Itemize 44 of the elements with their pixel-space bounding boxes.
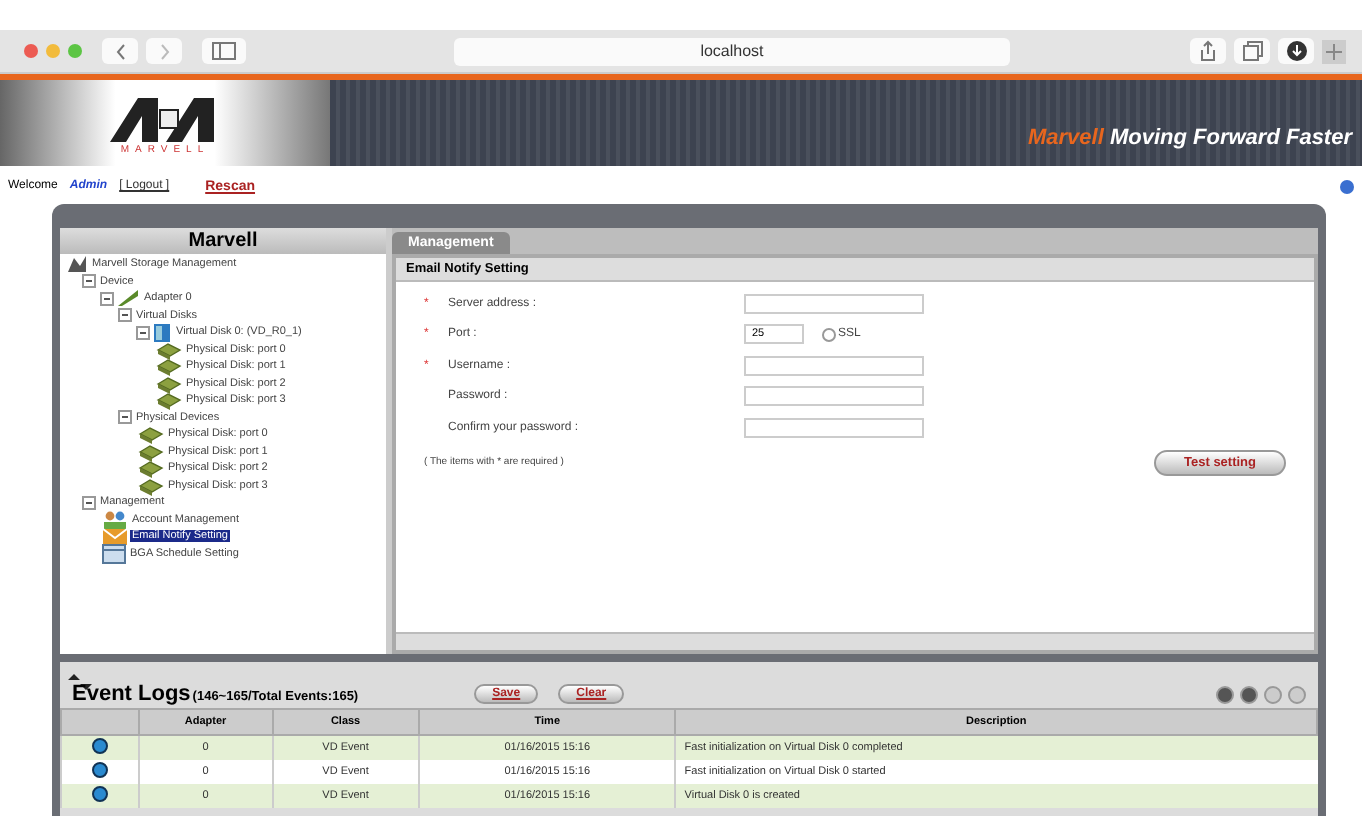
event-log-title: Event Logs — [72, 682, 191, 706]
download-icon — [1285, 40, 1307, 62]
expander-icon[interactable] — [82, 495, 96, 510]
new-tab-button[interactable] — [1322, 39, 1346, 63]
expander-icon[interactable] — [82, 274, 96, 289]
forward-icon — [159, 43, 169, 59]
envelope-icon — [102, 526, 128, 547]
ssl-radio[interactable] — [822, 327, 836, 342]
drive-icon — [138, 424, 164, 445]
previous-page-icon[interactable] — [1240, 685, 1258, 703]
drive-icon — [156, 339, 182, 360]
input-field[interactable] — [744, 417, 924, 438]
expander-icon[interactable] — [100, 291, 114, 306]
sidebar-icon — [212, 42, 236, 60]
download-button[interactable] — [1278, 38, 1314, 64]
expander-icon[interactable] — [118, 308, 132, 323]
first-page-icon[interactable] — [1216, 685, 1234, 703]
input-field[interactable] — [744, 386, 924, 407]
sidebar-title: Marvell — [60, 228, 386, 254]
expander-icon[interactable] — [118, 410, 132, 425]
address-bar[interactable]: localhost — [454, 37, 1010, 65]
card-icon — [116, 288, 140, 309]
input-field[interactable] — [744, 355, 924, 376]
people-icon — [102, 509, 128, 530]
plus-icon — [1326, 43, 1342, 59]
share-icon — [1198, 40, 1218, 62]
expander-icon[interactable] — [136, 325, 150, 340]
sidebar-button[interactable] — [202, 38, 246, 64]
drive-icon — [156, 390, 182, 411]
drive-icon — [138, 475, 164, 496]
drive-icon — [138, 458, 164, 479]
tabs-button[interactable] — [1234, 38, 1270, 64]
calendar-icon — [102, 543, 126, 564]
help-icon[interactable] — [1340, 179, 1354, 193]
drive-icon — [156, 356, 182, 377]
window-controls-icon[interactable] — [24, 44, 82, 58]
drive-icon — [138, 441, 164, 462]
share-button[interactable] — [1190, 38, 1226, 64]
drive-icon — [156, 373, 182, 394]
back-button[interactable] — [102, 38, 138, 64]
back-icon — [115, 43, 125, 59]
input-field[interactable] — [744, 293, 924, 314]
tabs-icon — [1241, 40, 1263, 62]
tagline: Marvell Moving Forward Faster — [1028, 126, 1355, 154]
